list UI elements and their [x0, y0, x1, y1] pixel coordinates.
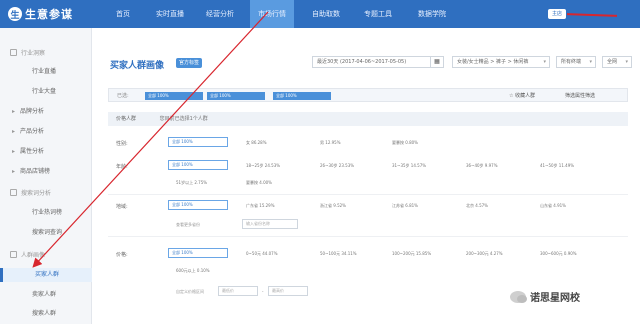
watermark: 诺思星网校	[510, 289, 580, 304]
wechat-icon	[510, 290, 527, 303]
watermark-text: 诺思星网校	[530, 293, 580, 304]
annotation-arrow	[32, 11, 269, 268]
